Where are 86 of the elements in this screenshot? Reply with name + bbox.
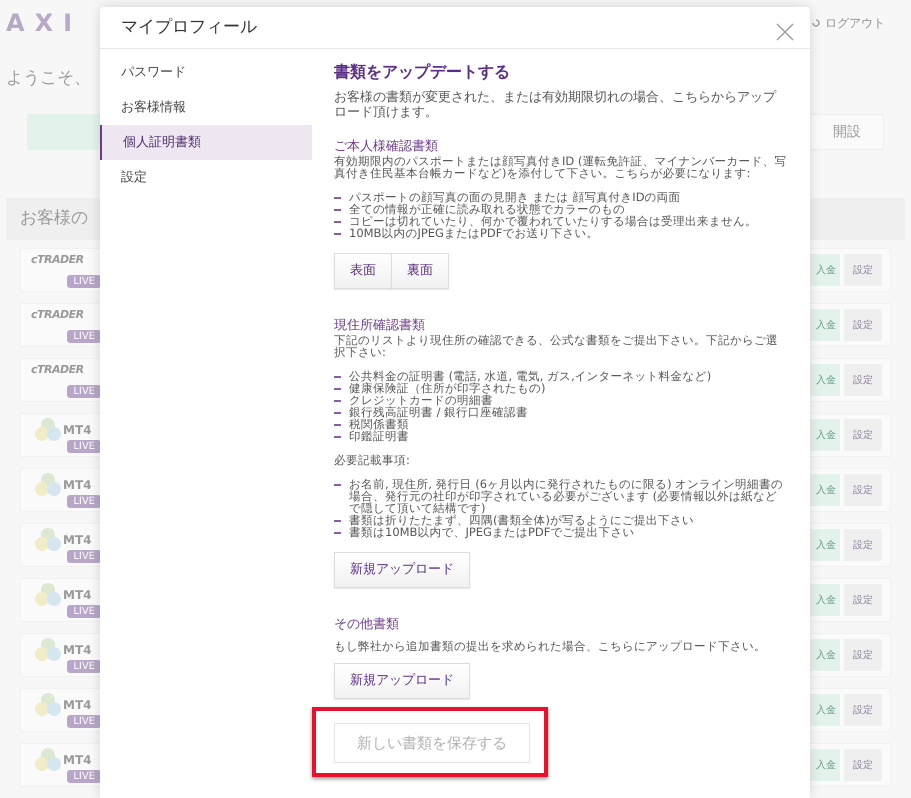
platform-logo: cTRADER xyxy=(31,362,84,378)
dash-icon xyxy=(334,532,341,534)
requirements-label: 必要記載事項: xyxy=(334,454,411,466)
description-text: もし弊社から追加書類の提出を求められた場合、こちらにアップロード下さい。 xyxy=(334,640,767,652)
list-item: 全ての情報が正確に読み取れる状態でカラーのもの xyxy=(349,203,625,215)
live-badge: LIVE xyxy=(67,275,101,288)
dash-icon xyxy=(334,221,341,222)
settings-button[interactable]: 設定 xyxy=(844,309,882,341)
list-item: パスポートの顔写真の面の見開き または 顔写真付きIDの両面 xyxy=(349,191,681,203)
globe-icon xyxy=(35,637,61,663)
dash-icon xyxy=(334,436,341,438)
globe-icon xyxy=(35,527,61,553)
sidebar-item[interactable]: お客様情報 xyxy=(100,90,312,125)
platform-logo: MT4 xyxy=(63,697,92,714)
platform-logo: MT4 xyxy=(63,532,92,549)
list-item: 銀行残高証明書 / 銀行口座確認書 xyxy=(349,406,528,418)
description-text: 有効期限内のパスポートまたは顔写真付きID (運転免許証、マイナンバーカード、写真付き住民基本台帳カードなど)を添付して下さい。こちらが必要になります: xyxy=(334,155,788,179)
platform-logo: cTRADER xyxy=(31,252,84,268)
section-title: お客様の xyxy=(20,207,88,230)
sidebar-item[interactable]: 個人証明書類 xyxy=(100,125,312,160)
platform-logo: MT4 xyxy=(63,477,92,494)
settings-button[interactable]: 設定 xyxy=(844,584,882,616)
logo: AXI xyxy=(6,8,82,39)
globe-icon xyxy=(35,692,61,718)
settings-button[interactable]: 設定 xyxy=(844,419,882,451)
platform-logo: MT4 xyxy=(63,587,92,604)
upload-button[interactable]: 裏面 xyxy=(391,253,449,289)
live-badge: LIVE xyxy=(67,715,101,728)
live-badge: LIVE xyxy=(67,440,101,453)
list-item: 健康保険証（住所が印字されたもの) xyxy=(349,382,546,394)
upload-button[interactable]: 新規アップロード xyxy=(334,552,470,588)
upload-button[interactable]: 新規アップロード xyxy=(334,663,470,699)
list-item: 税関係書類 xyxy=(349,418,409,430)
settings-button[interactable]: 設定 xyxy=(844,749,882,781)
close-icon[interactable] xyxy=(776,22,794,40)
subsection-heading: 現住所確認書類 xyxy=(334,319,426,333)
description-text: 下記のリストより現住所の確認できる、公式な書類をご提出下さい。下記からご選択下さい: xyxy=(334,334,779,358)
settings-button[interactable]: 設定 xyxy=(844,254,882,286)
welcome-text: ようこそ、 xyxy=(6,68,91,88)
dash-icon xyxy=(334,197,341,198)
dash-icon xyxy=(334,388,341,390)
dialog-title: マイプロフィール xyxy=(121,16,257,39)
platform-logo: MT4 xyxy=(63,752,92,769)
upload-button[interactable]: 表面 xyxy=(334,253,392,289)
logout-link[interactable]: ログアウト xyxy=(825,14,885,32)
dash-icon xyxy=(334,376,341,378)
subsection-heading: ご本人様確認書類 xyxy=(334,140,439,154)
globe-icon xyxy=(35,582,61,608)
platform-logo: cTRADER xyxy=(31,307,84,323)
dash-icon xyxy=(334,400,341,402)
live-badge: LIVE xyxy=(67,770,101,783)
settings-button[interactable]: 設定 xyxy=(844,639,882,671)
dash-icon xyxy=(334,424,341,426)
live-badge: LIVE xyxy=(67,495,101,508)
dash-icon xyxy=(334,233,341,234)
settings-button[interactable]: 設定 xyxy=(844,474,882,506)
globe-icon xyxy=(35,472,61,498)
logout-icon xyxy=(811,18,821,28)
globe-icon xyxy=(35,417,61,443)
list-item: コピーは切れていたり、何かで覆われていたりする場合は受理出来ません。 xyxy=(349,215,757,227)
dash-icon xyxy=(334,520,341,522)
list-item: 10MB以内のJPEGまたはPDFでお送り下さい。 xyxy=(349,227,598,239)
live-badge: LIVE xyxy=(67,385,101,398)
live-badge: LIVE xyxy=(67,330,101,343)
subsection-heading: その他書類 xyxy=(334,618,400,632)
globe-icon xyxy=(35,747,61,773)
section-heading: 書類をアップデートする xyxy=(334,62,511,82)
platform-logo: MT4 xyxy=(63,422,92,439)
settings-button[interactable]: 設定 xyxy=(844,529,882,561)
sidebar-item[interactable]: 設定 xyxy=(100,160,312,195)
live-badge: LIVE xyxy=(67,605,101,618)
list-item: 公共料金の証明書 (電話, 水道, 電気, ガス,インターネット料金など) xyxy=(349,370,712,382)
dash-icon xyxy=(334,484,341,486)
list-item: 書類は折りたたまず、四隅(書類全体)が写るようにご提出下さい xyxy=(349,514,694,526)
sidebar-item[interactable]: パスワード xyxy=(100,55,312,90)
list-item: 書類は10MB以内で、JPEGまたはPDFでご提出下さい xyxy=(349,526,634,538)
settings-button[interactable]: 設定 xyxy=(844,694,882,726)
list-item: クレジットカードの明細書 xyxy=(349,394,493,406)
settings-button[interactable]: 設定 xyxy=(844,364,882,396)
live-badge: LIVE xyxy=(67,660,101,673)
dash-icon xyxy=(334,209,341,210)
list-item: 印鑑証明書 xyxy=(349,430,409,442)
platform-logo: MT4 xyxy=(63,642,92,659)
list-item: お名前, 現住所, 発行日 (6ヶ月以内に発行されたものに限る) オンライン明細書の場合、発行元の社印が印字されている必要がございます (必要情報以外は紙などで隠して頂いて結構です) xyxy=(349,478,784,514)
dash-icon xyxy=(334,412,341,414)
live-badge: LIVE xyxy=(67,550,101,563)
